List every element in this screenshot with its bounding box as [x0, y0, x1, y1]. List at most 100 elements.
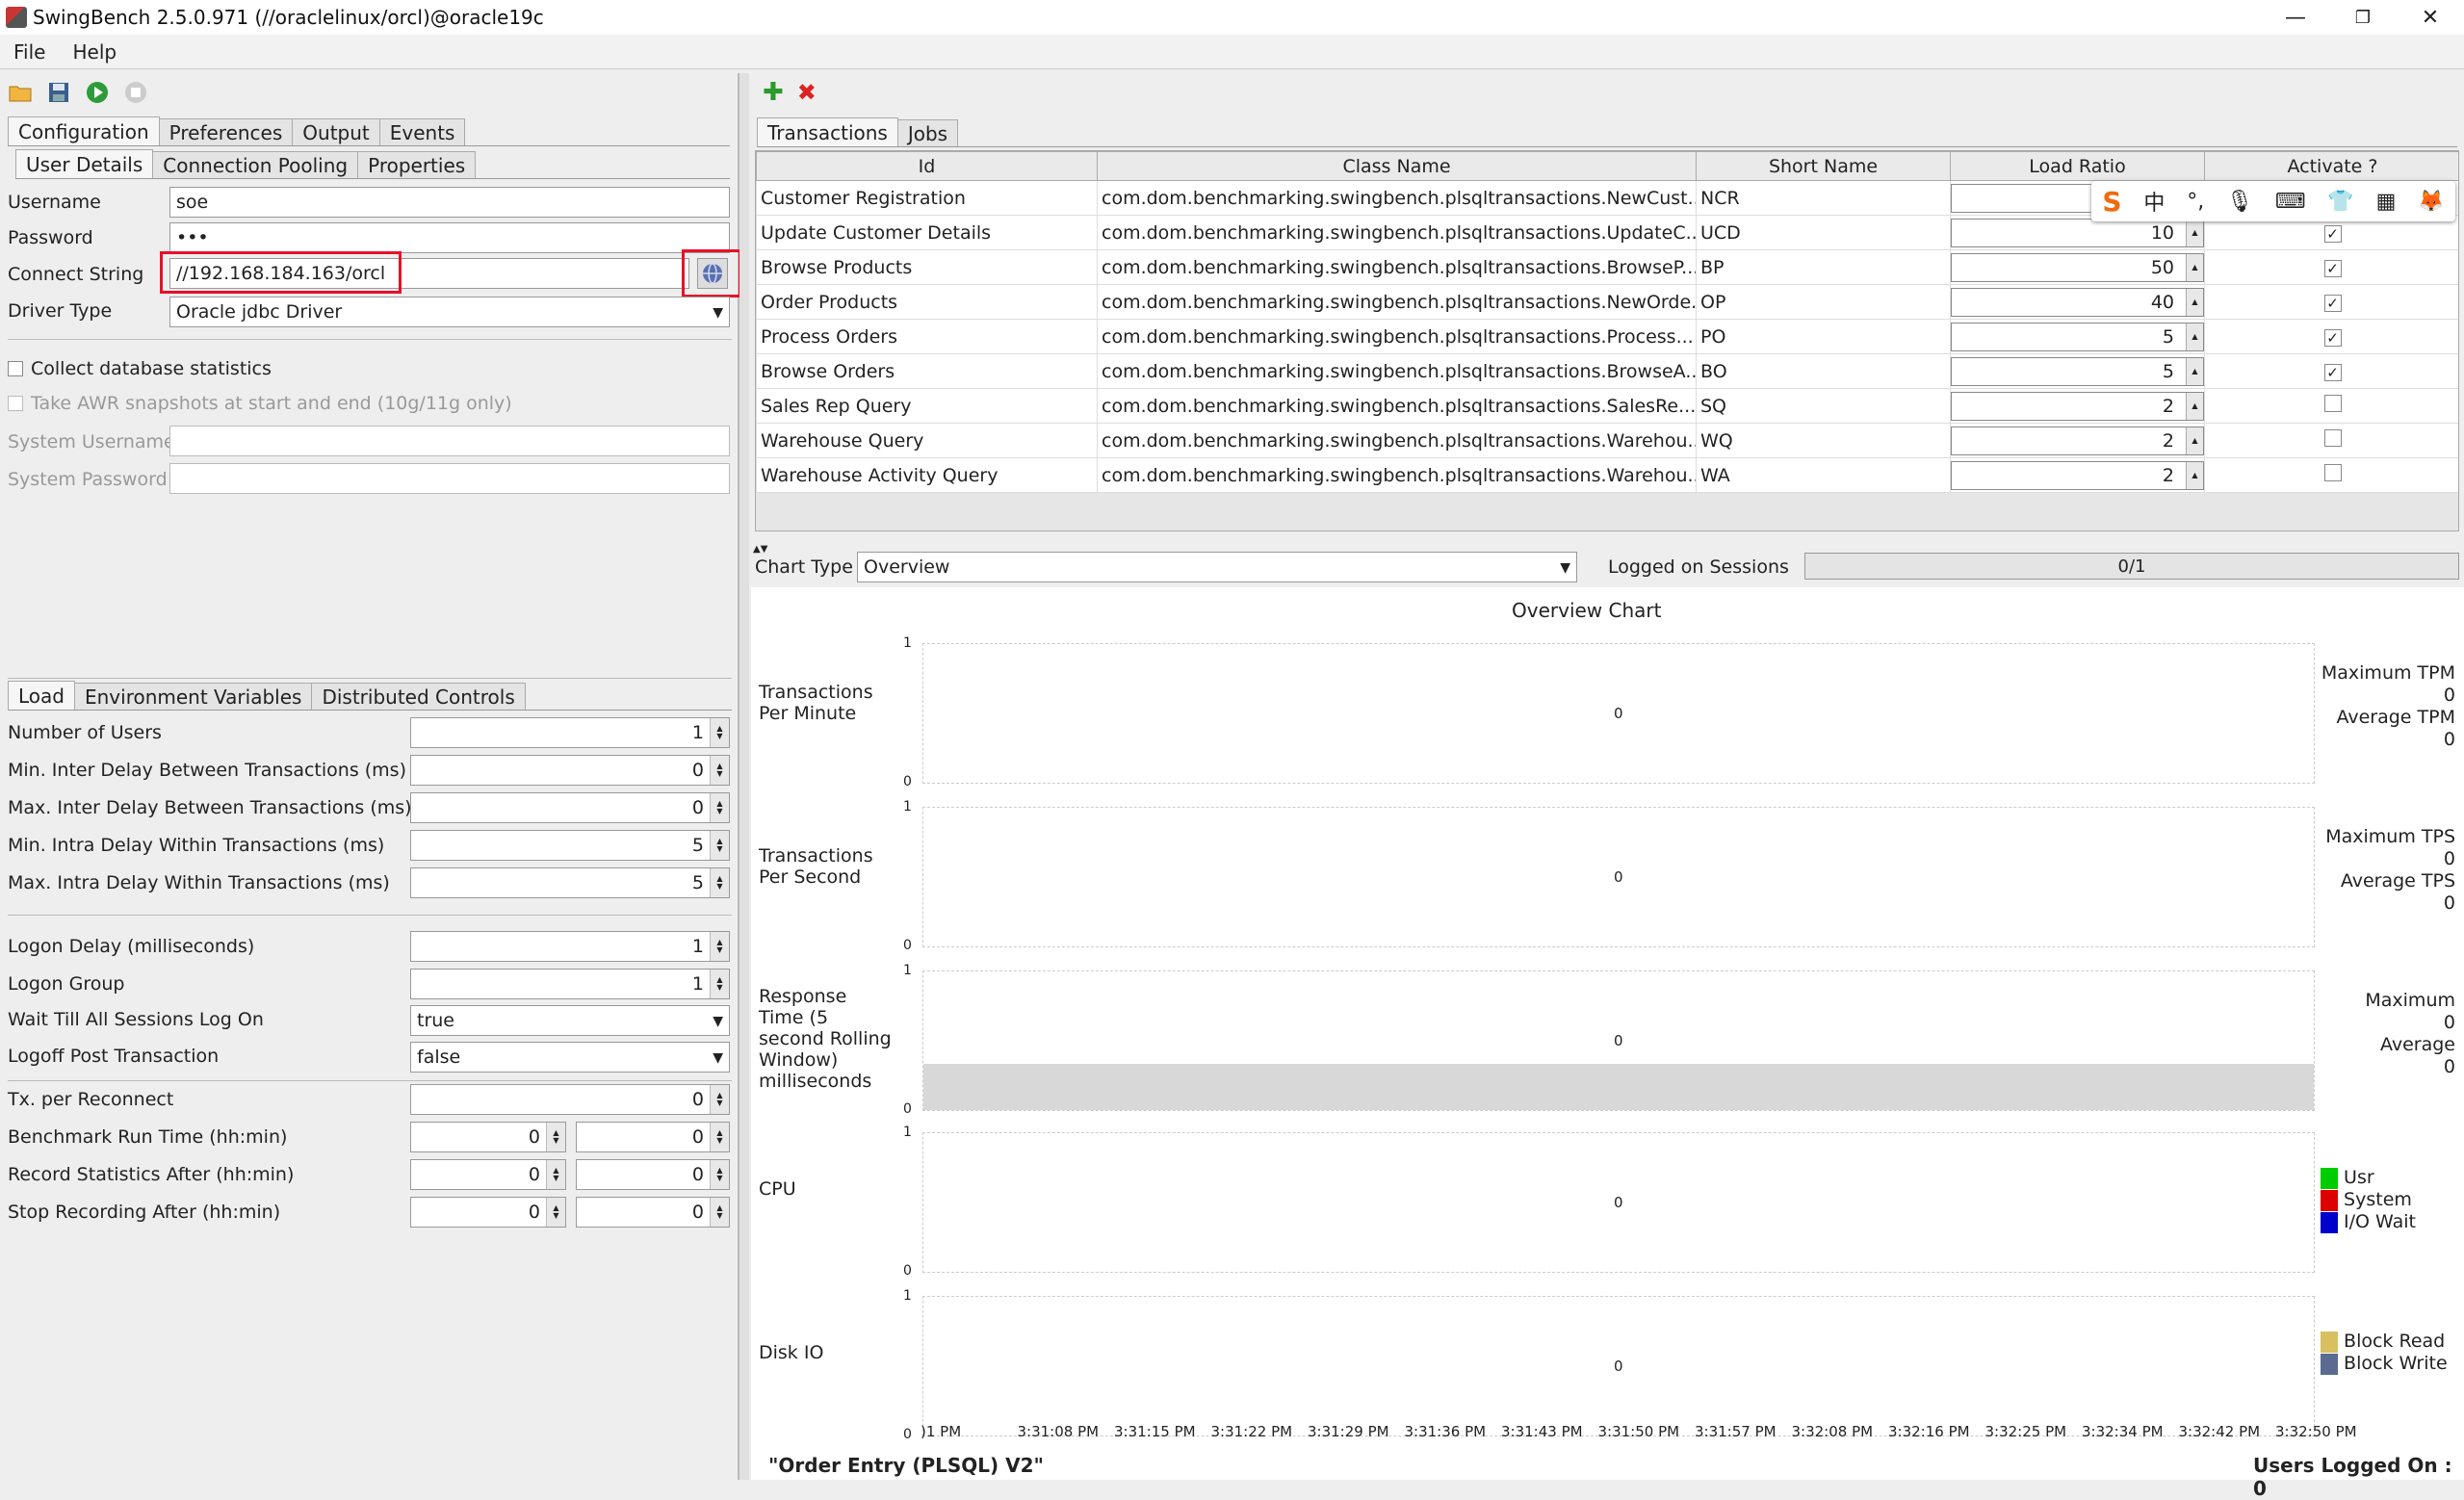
load-ratio-spinner[interactable]: 2 ▲▼ — [1951, 460, 2204, 490]
split-divider[interactable] — [739, 73, 749, 1480]
spinner-arrows-icon[interactable]: ▲▼ — [710, 1085, 729, 1114]
activate-checkbox[interactable]: ✓ — [2323, 363, 2342, 381]
stop-icon[interactable] — [123, 80, 148, 105]
spinner-arrows-icon[interactable]: ▲▼ — [710, 793, 729, 822]
activate-checkbox[interactable]: ✓ — [2323, 224, 2342, 243]
sogou-logo-icon[interactable]: S — [2102, 186, 2121, 218]
spinner-arrows-icon[interactable]: ▲▼ — [710, 1198, 729, 1227]
max-intra-delay-spinner[interactable]: 5 ▲ ▼ — [410, 867, 730, 898]
username-field[interactable]: soe — [169, 187, 730, 218]
table-row[interactable]: Process Orders com.dom.benchmarking.swin… — [756, 319, 2458, 354]
restore-button[interactable]: ❐ — [2329, 0, 2397, 35]
skin-icon[interactable]: 👕 — [2327, 190, 2353, 214]
spinner-arrows-icon[interactable]: ▲▼ — [710, 932, 729, 961]
column-header-class-name[interactable]: Class Name — [1097, 151, 1697, 181]
activate-checkbox[interactable]: ✓ — [2323, 294, 2342, 312]
spinner-arrows-icon[interactable]: ▲▼ — [2186, 323, 2203, 350]
spinner-arrows-icon[interactable]: ▲▼ — [546, 1198, 565, 1227]
open-folder-icon[interactable] — [8, 80, 33, 105]
load-ratio-spinner[interactable]: 5 ▲▼ — [1951, 356, 2204, 386]
mascot-icon[interactable]: 🦊 — [2418, 190, 2444, 214]
table-row[interactable]: Warehouse Activity Query com.dom.benchma… — [756, 457, 2458, 493]
spinner-arrows-icon[interactable]: ▲▼ — [546, 1160, 565, 1189]
spinner-arrows-icon[interactable]: ▲▼ — [710, 868, 729, 897]
stop-minutes-spinner[interactable]: 0 ▲ ▼ — [576, 1197, 730, 1228]
activate-checkbox[interactable] — [2323, 429, 2342, 447]
run-hours-spinner[interactable]: 0 ▲ ▼ — [410, 1122, 566, 1152]
chinese-mode-icon[interactable]: 中 — [2143, 186, 2165, 217]
load-ratio-spinner[interactable]: 10 ▲▼ — [1951, 218, 2204, 247]
spinner-arrows-icon[interactable]: ▲▼ — [710, 756, 729, 785]
spinner-arrows-icon[interactable]: ▲▼ — [2186, 392, 2203, 420]
punctuation-icon[interactable]: °, — [2187, 190, 2204, 214]
chart-type-select[interactable]: Overview ▼ — [857, 552, 1577, 582]
wait-sessions-select[interactable]: true ▼ — [410, 1005, 730, 1036]
spinner-arrows-icon[interactable]: ▲▼ — [710, 970, 729, 998]
column-header-activate[interactable]: Activate ? — [2204, 151, 2458, 181]
menu-help[interactable]: Help — [59, 40, 130, 64]
spinner-arrows-icon[interactable]: ▲▼ — [2186, 461, 2203, 489]
tab-distributed-controls[interactable]: Distributed Controls — [311, 683, 526, 710]
table-row[interactable]: Order Products com.dom.benchmarking.swin… — [756, 284, 2458, 320]
collect-stats-checkbox[interactable] — [8, 361, 23, 376]
spinner-arrows-icon[interactable]: ▲▼ — [2186, 357, 2203, 385]
tab-environment-variables[interactable]: Environment Variables — [73, 683, 313, 710]
tab-output[interactable]: Output — [292, 118, 380, 145]
column-header-short-name[interactable]: Short Name — [1696, 151, 1951, 181]
min-inter-delay-spinner[interactable]: 0 ▲ ▼ — [410, 755, 730, 786]
spinner-arrows-icon[interactable]: ▲▼ — [2186, 288, 2203, 316]
password-field[interactable]: ••• — [169, 222, 730, 253]
load-ratio-spinner[interactable]: 50 ▲▼ — [1951, 252, 2204, 282]
record-minutes-spinner[interactable]: 0 ▲ ▼ — [576, 1159, 730, 1190]
tab-preferences[interactable]: Preferences — [158, 118, 294, 145]
spinner-arrows-icon[interactable]: ▲▼ — [546, 1123, 565, 1151]
logon-delay-spinner[interactable]: 1 ▲ ▼ — [410, 931, 730, 962]
record-hours-spinner[interactable]: 0 ▲ ▼ — [410, 1159, 566, 1190]
tx-reconnect-spinner[interactable]: 0 ▲ ▼ — [410, 1084, 730, 1115]
activate-checkbox[interactable]: ✓ — [2323, 259, 2342, 277]
min-intra-delay-spinner[interactable]: 5 ▲ ▼ — [410, 830, 730, 861]
spinner-arrows-icon[interactable]: ▲▼ — [710, 1123, 729, 1151]
tab-load[interactable]: Load — [8, 681, 75, 710]
start-icon[interactable] — [85, 80, 110, 105]
spinner-arrows-icon[interactable]: ▲▼ — [710, 718, 729, 747]
delete-icon[interactable]: ✖ — [797, 79, 817, 106]
tab-transactions[interactable]: Transactions — [757, 117, 898, 146]
column-header-id[interactable]: Id — [756, 151, 1098, 181]
stop-hours-spinner[interactable]: 0 ▲ ▼ — [410, 1197, 566, 1228]
logon-group-spinner[interactable]: 1 ▲ ▼ — [410, 969, 730, 999]
activate-checkbox[interactable]: ✓ — [2323, 328, 2342, 347]
load-ratio-spinner[interactable]: 5 ▲▼ — [1951, 322, 2204, 351]
table-row[interactable]: Warehouse Query com.dom.benchmarking.swi… — [756, 423, 2458, 458]
awr-checkbox[interactable] — [8, 396, 23, 411]
tab-properties[interactable]: Properties — [357, 151, 477, 178]
add-icon[interactable]: ✚ — [763, 78, 784, 107]
menu-file[interactable]: File — [0, 40, 59, 64]
spinner-arrows-icon[interactable]: ▲▼ — [2186, 427, 2203, 454]
split-arrows[interactable]: ▲▼ — [753, 533, 2462, 555]
keyboard-icon[interactable]: ⌨ — [2275, 190, 2306, 214]
minimize-button[interactable]: — — [2262, 0, 2329, 35]
system-password-field[interactable] — [169, 463, 730, 494]
run-minutes-spinner[interactable]: 0 ▲ ▼ — [576, 1122, 730, 1152]
tab-configuration[interactable]: Configuration — [8, 116, 160, 145]
spinner-arrows-icon[interactable]: ▲▼ — [2186, 219, 2203, 246]
spinner-arrows-icon[interactable]: ▲▼ — [710, 831, 729, 860]
tab-jobs[interactable]: Jobs — [896, 119, 959, 146]
column-header-load-ratio[interactable]: Load Ratio — [1950, 151, 2205, 181]
tab-user-details[interactable]: User Details — [15, 149, 154, 178]
system-username-field[interactable] — [169, 426, 730, 456]
logoff-post-select[interactable]: false ▼ — [410, 1042, 730, 1073]
activate-checkbox[interactable] — [2323, 464, 2342, 481]
table-row[interactable]: Browse Products com.dom.benchmarking.swi… — [756, 249, 2458, 285]
microphone-icon[interactable]: 🎙 — [2226, 190, 2253, 214]
load-ratio-spinner[interactable]: 2 ▲▼ — [1951, 391, 2204, 421]
number-of-users-spinner[interactable]: 1 ▲ ▼ — [410, 717, 730, 748]
grid-icon[interactable]: ▦ — [2376, 190, 2397, 214]
tab-events[interactable]: Events — [378, 118, 466, 145]
spinner-arrows-icon[interactable]: ▲▼ — [2186, 253, 2203, 281]
activate-checkbox[interactable] — [2323, 395, 2342, 412]
max-inter-delay-spinner[interactable]: 0 ▲ ▼ — [410, 792, 730, 823]
driver-type-select[interactable]: Oracle jdbc Driver ▼ — [169, 297, 730, 327]
load-ratio-spinner[interactable]: 2 ▲▼ — [1951, 426, 2204, 455]
